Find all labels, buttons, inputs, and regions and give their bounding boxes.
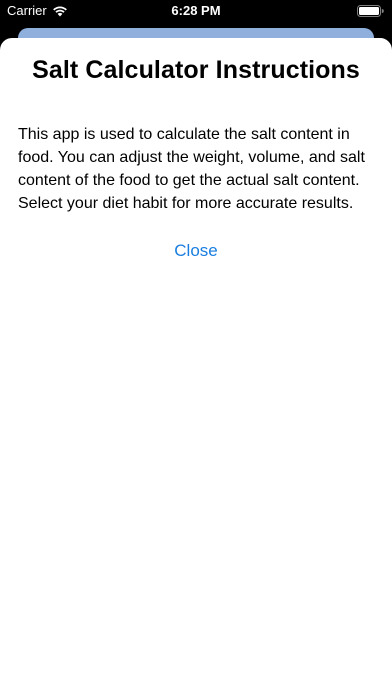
battery-icon: [357, 5, 384, 17]
status-bar: Carrier 6:28 PM: [0, 0, 392, 22]
instructions-text: This app is used to calculate the salt c…: [18, 126, 365, 212]
close-button[interactable]: Close: [136, 241, 256, 261]
sheet-title: Salt Calculator Instructions: [32, 56, 360, 84]
status-time: 6:28 PM: [171, 3, 221, 18]
app-screen: Carrier 6:28 PM Salt Calculator Instruct…: [0, 0, 392, 696]
instructions-sheet: Salt Calculator Instructions This app is…: [0, 38, 392, 696]
